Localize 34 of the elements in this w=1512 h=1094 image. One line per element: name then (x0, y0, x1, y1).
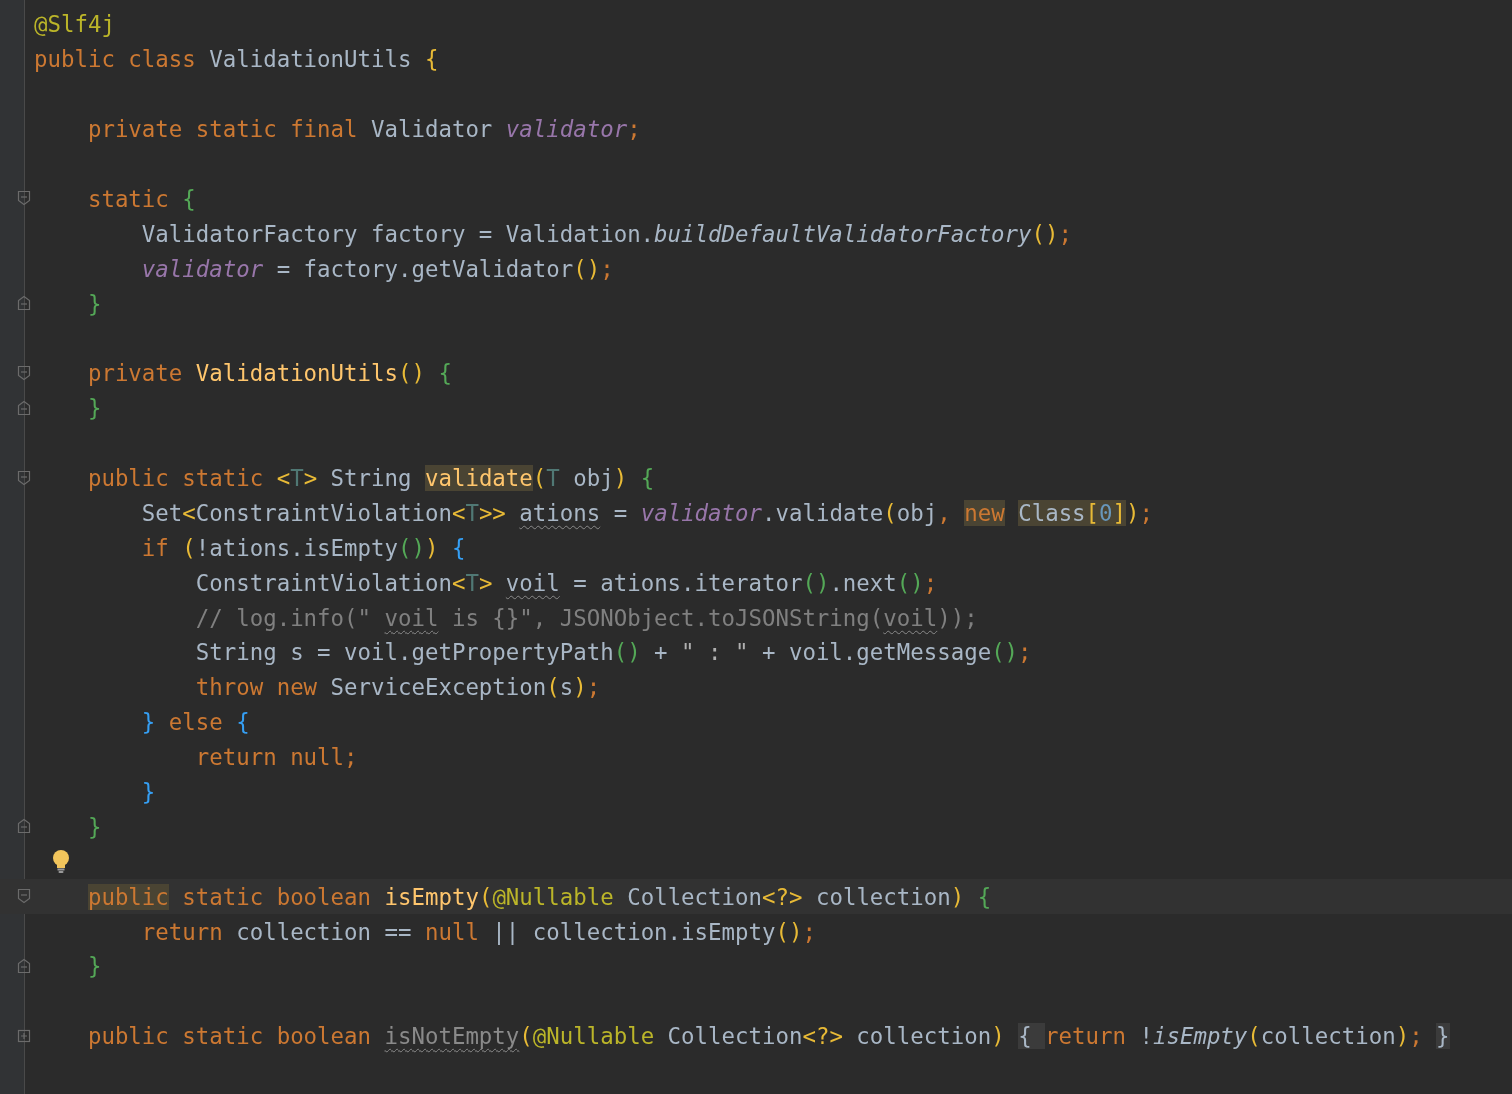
fold-marker-icon[interactable] (17, 364, 31, 381)
code-line: public class ValidationUtils { (34, 45, 439, 75)
fold-marker-icon[interactable] (17, 818, 31, 835)
fold-marker-icon[interactable] (17, 469, 31, 486)
fold-marker-icon[interactable] (17, 295, 31, 312)
code-line: private static final Validator validator; (86, 115, 641, 145)
code-line: if (!ations.isEmpty()) { (140, 533, 466, 563)
code-line: } (86, 394, 102, 424)
lightbulb-icon[interactable] (51, 848, 71, 875)
code-line: private ValidationUtils() { (86, 359, 452, 389)
code-line: return collection == null || collection.isEmpty(); (140, 917, 816, 947)
code-line: public static <T> String validate(T obj) { (86, 464, 655, 493)
fold-marker-icon[interactable] (17, 958, 31, 975)
code-line: ConstraintViolation<T> voil = ations.iterator().next(); (194, 568, 938, 598)
code-line: throw new ServiceException(s); (194, 673, 601, 703)
code-line: // log.info(" voil is {}", JSONObject.toJSONString(voil)); (194, 603, 978, 633)
code-line: ValidatorFactory factory = Validation.buildDefaultValidatorFactory(); (140, 219, 1072, 249)
code-line: } (86, 289, 102, 319)
code-line: } (86, 812, 102, 842)
code-line: } (86, 952, 102, 982)
code-line: } else { (140, 708, 250, 738)
code-line: public static boolean isEmpty(@Nullable Collection<?> collection) { (86, 882, 992, 912)
code-line: validator = factory.getValidator(); (140, 254, 614, 284)
fold-marker-icon[interactable] (17, 190, 31, 207)
expand-marker-icon[interactable] (17, 1027, 31, 1044)
fold-marker-icon[interactable] (17, 399, 31, 416)
code-line: @Slf4j (34, 10, 115, 40)
code-line: } (140, 778, 156, 808)
code-line: return null; (194, 743, 358, 773)
code-line: static { (86, 184, 196, 214)
fold-marker-icon[interactable] (17, 888, 31, 905)
code-line: public static boolean isNotEmpty(@Nullable Collection<?> collection) { return !isEmpty(collection); } (86, 1022, 1450, 1052)
code-line: Set<ConstraintViolation<T>> ations = validator.validate(obj, new Class[0]); (140, 498, 1153, 528)
code-line: String s = voil.getPropertyPath() + " : " + voil.getMessage(); (194, 638, 1032, 668)
